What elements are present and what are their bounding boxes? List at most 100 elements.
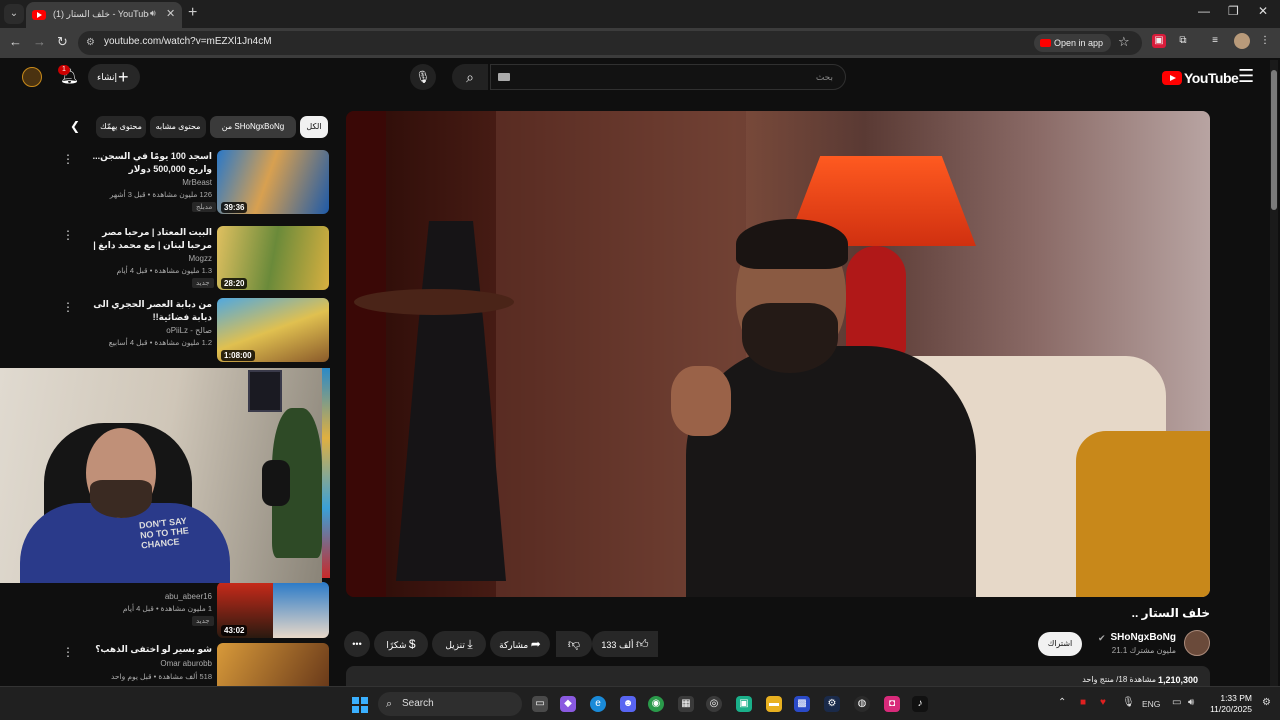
list-item[interactable]: abu_abeer16 1 مليون مشاهدة • قبل 4 أيام … <box>60 582 330 648</box>
discord-icon[interactable]: ☻ <box>620 696 636 712</box>
rec-title[interactable]: اسجد 100 يومًا في السجن... واربح 500,000… <box>82 150 212 176</box>
notification-center-icon[interactable]: ⚙︎ <box>1262 697 1271 708</box>
network-icon[interactable]: ▭ <box>1172 697 1181 708</box>
tab-search-dropdown[interactable]: ⌄ <box>4 4 24 24</box>
search-input[interactable]: بحث <box>490 64 846 90</box>
search-icon[interactable]: ⌕ <box>452 64 488 90</box>
download-button[interactable]: تنزيل ⤓ <box>432 631 486 657</box>
youtube-favicon-icon <box>32 10 46 20</box>
open-in-app-button[interactable]: Open in app <box>1034 34 1112 52</box>
menu-icon[interactable]: ☰ <box>1238 66 1254 87</box>
windows-start-icon[interactable] <box>352 697 368 713</box>
video-player[interactable] <box>346 111 1210 597</box>
browser-menu-icon[interactable]: ⋮ <box>1258 34 1272 48</box>
subscribe-button[interactable]: اشتراك <box>1038 632 1082 656</box>
keyboard-icon[interactable] <box>498 73 510 81</box>
obs-icon[interactable]: ◍ <box>854 696 870 712</box>
browser-tab[interactable]: (1) خلف الستار - YouTube 🔊︎ ✕ <box>26 2 182 28</box>
store-icon[interactable]: ▦ <box>678 696 694 712</box>
webcam-microphone <box>262 460 290 506</box>
list-item[interactable]: ⋮ اسجد 100 يومًا في السجن... واربح 500,0… <box>60 150 330 216</box>
restore-button[interactable]: ❐ <box>1228 4 1239 18</box>
profile-avatar[interactable] <box>1234 33 1250 49</box>
teams-chat-icon[interactable]: ▣ <box>736 696 752 712</box>
list-item[interactable]: ⋮ البيت المعتاد | مرحبا مصر مرحبا لبنان … <box>60 226 330 292</box>
list-item[interactable]: ⋮ من دبابة العصر الحجري الى دبابة فضائية… <box>60 298 330 364</box>
back-icon[interactable]: ← <box>9 34 22 49</box>
webcam-overlay: DON'T SAY NO TO THE CHANCE <box>0 368 322 583</box>
dislike-button[interactable]: 👎︎ <box>556 631 592 657</box>
rec-title[interactable]: البيت المعتاد | مرحبا مصر مرحبا لبنان | … <box>82 226 212 252</box>
create-button[interactable]: إنشاء + <box>88 64 140 90</box>
more-actions-button[interactable]: ••• <box>344 631 370 657</box>
chip-similar[interactable]: محتوى مشابه <box>150 116 206 138</box>
tab-audio-icon[interactable]: 🔊︎ <box>150 8 156 19</box>
thumb-right-half <box>273 582 329 638</box>
chrome-icon[interactable]: ◉ <box>648 696 664 712</box>
tray-mic-icon[interactable]: 🎙︎ <box>1122 697 1135 708</box>
chip-from-channel[interactable]: من SHoNgxBoNg <box>210 116 296 138</box>
rec-channel[interactable]: abu_abeer16 <box>100 592 212 601</box>
file-explorer-icon[interactable]: ▬ <box>766 696 782 712</box>
volume-icon[interactable]: 🔊︎ <box>1188 697 1194 708</box>
taskbar-clock[interactable]: 1:33 PM 11/20/2025 <box>1208 693 1252 715</box>
rec-channel[interactable]: Mogzz <box>100 254 212 263</box>
language-indicator[interactable]: ENG <box>1142 699 1160 709</box>
rec-badge: جديد <box>192 278 214 288</box>
video-frame-lamp-base <box>846 246 906 356</box>
tab-close-icon[interactable]: ✕ <box>166 7 175 20</box>
edge-icon[interactable]: e <box>590 696 606 712</box>
app-icon-blue[interactable]: ▩ <box>794 696 810 712</box>
youtube-logo[interactable]: YouTube <box>1162 69 1242 87</box>
youtube-logo-text: YouTube <box>1184 70 1239 86</box>
account-avatar[interactable] <box>22 67 42 87</box>
channel-avatar[interactable] <box>1184 630 1210 656</box>
rec-thumbnail[interactable] <box>217 643 329 686</box>
plus-icon: + <box>118 67 129 87</box>
taskbar-search[interactable]: ⌕ Search <box>378 692 522 716</box>
tray-overflow-icon[interactable]: ⌃ <box>1058 697 1066 708</box>
taskbar-search-label: Search <box>402 698 434 709</box>
chip-all[interactable]: الكل <box>300 116 328 138</box>
verified-icon: ✔︎ <box>1098 633 1106 643</box>
tray-app-icon-2[interactable]: ♥ <box>1100 697 1106 708</box>
copilot-icon[interactable]: ◆ <box>560 696 576 712</box>
like-button[interactable]: 133 ألف 👍︎ <box>592 631 658 657</box>
instagram-icon[interactable]: ◘ <box>884 696 900 712</box>
more-options-icon[interactable]: ⋮ <box>62 152 74 166</box>
extension-icon[interactable]: ▣ <box>1152 34 1166 48</box>
thanks-button[interactable]: شكرًا $ <box>374 631 428 657</box>
close-window-button[interactable]: ✕ <box>1258 4 1268 18</box>
page-scrollbar-thumb[interactable] <box>1271 70 1277 210</box>
task-view-icon[interactable]: ▭ <box>532 696 548 712</box>
channel-name[interactable]: SHoNgxBoNg <box>1080 632 1176 643</box>
more-options-icon[interactable]: ⋮ <box>62 645 74 659</box>
minimize-button[interactable]: — <box>1198 4 1210 18</box>
steam-icon[interactable]: ⚙︎ <box>824 696 840 712</box>
site-info-icon[interactable]: ⚙︎ <box>86 37 98 49</box>
more-options-icon[interactable]: ⋮ <box>62 228 74 242</box>
rec-channel[interactable]: Omar aburobb <box>100 659 212 668</box>
reload-icon[interactable]: ↻ <box>57 34 68 50</box>
tray-app-icon[interactable]: ■ <box>1080 697 1086 708</box>
more-options-icon[interactable]: ⋮ <box>62 300 74 314</box>
channel-subscribers: 21.1 مليون مشترك <box>1111 646 1176 655</box>
chevron-left-icon[interactable]: ❮ <box>70 119 80 133</box>
rec-title[interactable]: من دبابة العصر الحجري الى دبابة فضائية!! <box>82 298 212 324</box>
rec-thumbnail-strip[interactable] <box>322 368 330 578</box>
new-tab-button[interactable]: + <box>188 4 197 22</box>
rec-channel[interactable]: MrBeast <box>100 178 212 187</box>
extensions-puzzle-icon[interactable]: ⧉ <box>1176 34 1190 48</box>
tiktok-icon[interactable]: ♪ <box>912 696 928 712</box>
chip-related-interest[interactable]: محتوى يهمّك <box>96 116 146 138</box>
star-icon[interactable]: ☆ <box>1118 34 1130 50</box>
forward-icon[interactable]: → <box>33 34 46 49</box>
video-frame-tray <box>354 289 514 315</box>
mic-icon[interactable]: 🎙︎ <box>410 64 436 90</box>
rec-channel[interactable]: oPiiLz - صالح <box>100 326 212 335</box>
app-icon[interactable]: ◎ <box>706 696 722 712</box>
share-button[interactable]: مشاركة ➦ <box>490 631 550 657</box>
reading-list-icon[interactable]: ≡ <box>1208 34 1222 48</box>
address-bar[interactable]: ⚙︎ youtube.com/watch?v=mEZXl1Jn4cM Open … <box>78 31 1142 55</box>
rec-title[interactable]: شو بسير لو اختفى الذهب؟ <box>82 643 212 656</box>
